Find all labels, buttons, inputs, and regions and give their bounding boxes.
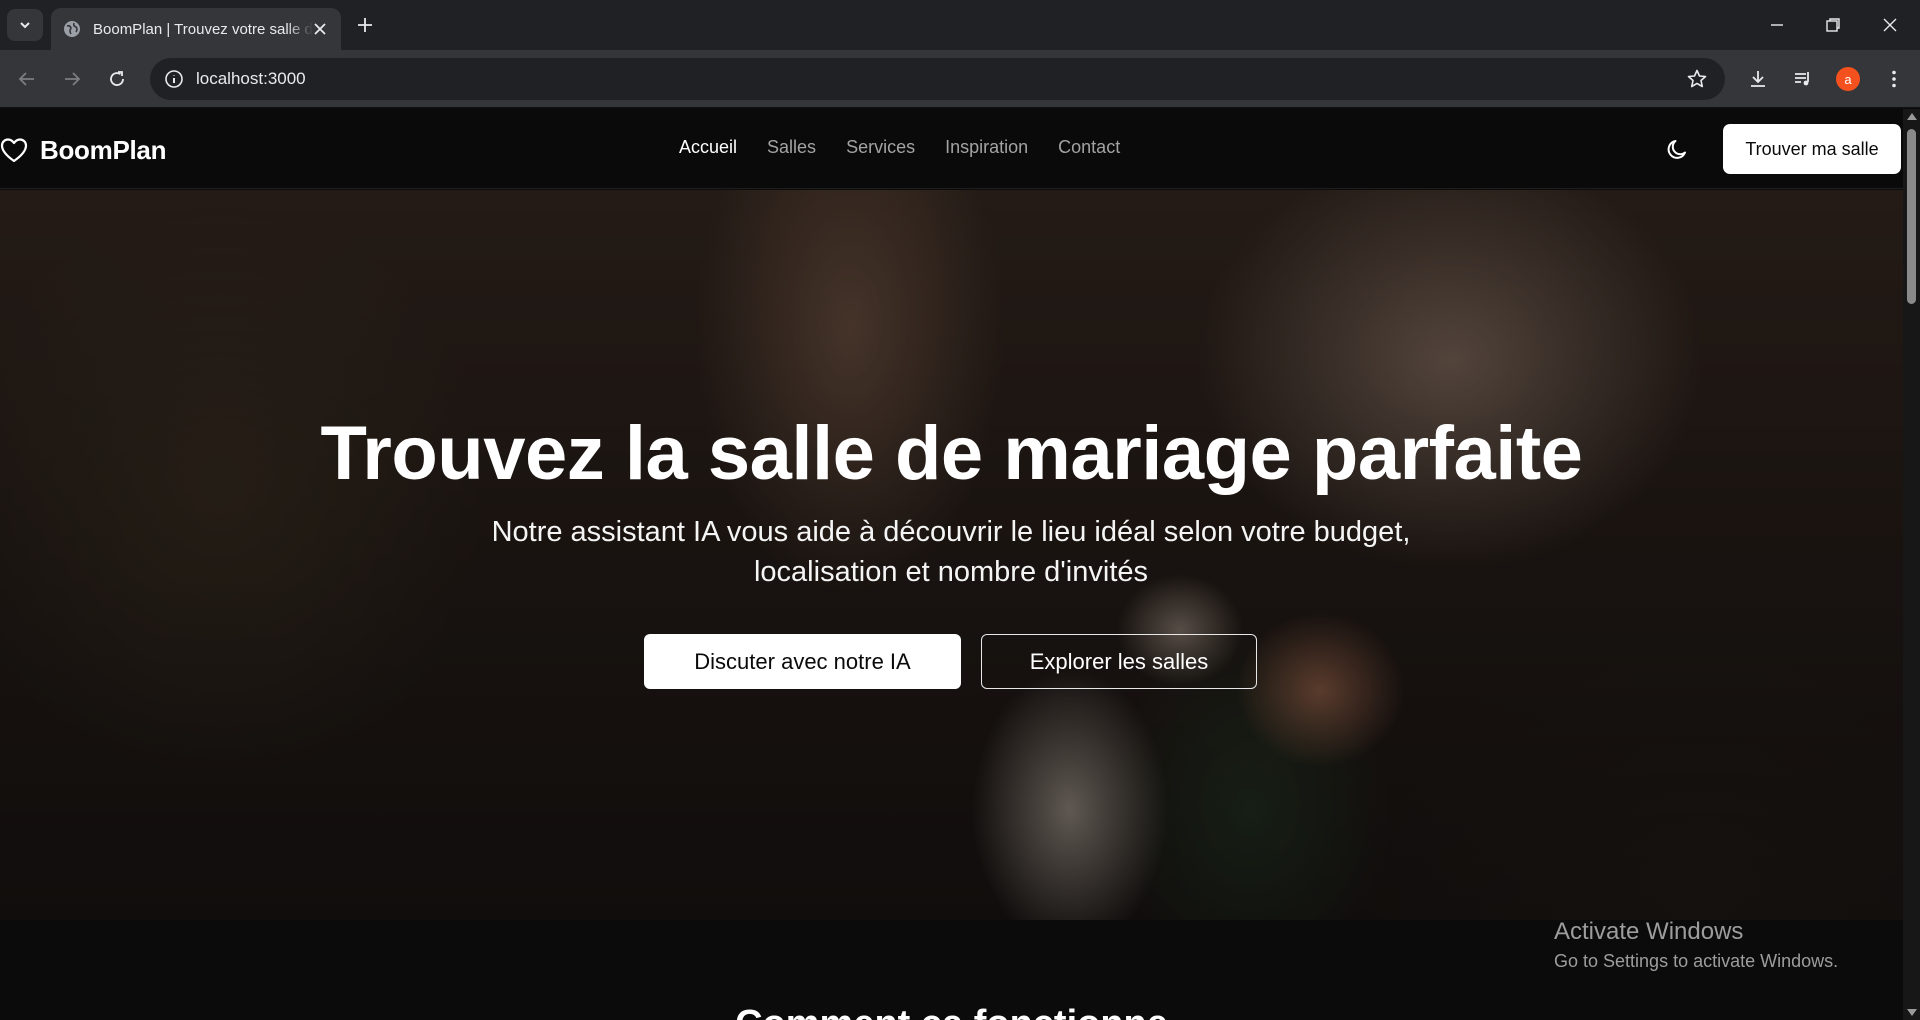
download-icon[interactable] — [1746, 67, 1770, 91]
scroll-down-arrow-icon[interactable] — [1907, 1009, 1917, 1016]
explore-venues-button[interactable]: Explorer les salles — [981, 634, 1257, 689]
browser-tab-active[interactable]: BoomPlan | Trouvez votre salle de mariag… — [51, 8, 341, 50]
url-text[interactable]: localhost:3000 — [196, 69, 306, 89]
scroll-up-arrow-icon[interactable] — [1907, 113, 1917, 120]
tab-search-button[interactable] — [7, 9, 43, 41]
info-icon[interactable] — [162, 67, 186, 91]
page-viewport: BoomPlan Accueil Salles Services Inspira… — [0, 109, 1920, 1020]
windows-activation-watermark: Activate Windows Go to Settings to activ… — [1554, 917, 1838, 975]
chat-with-ai-button[interactable]: Discuter avec notre IA — [644, 634, 961, 689]
site-navbar: BoomPlan Accueil Salles Services Inspira… — [0, 109, 1903, 189]
browser-tab-bar: BoomPlan | Trouvez votre salle de mariag… — [0, 0, 1920, 50]
nav-link-services[interactable]: Services — [846, 137, 915, 158]
watermark-subtitle: Go to Settings to activate Windows. — [1554, 951, 1839, 971]
brand-name: BoomPlan — [40, 135, 167, 165]
brand-logo[interactable]: BoomPlan — [0, 135, 166, 166]
plus-icon[interactable] — [354, 14, 376, 36]
close-icon[interactable] — [311, 20, 329, 38]
reload-icon[interactable] — [105, 67, 129, 91]
kebab-menu-icon[interactable] — [1882, 67, 1906, 91]
nav-link-inspiration[interactable]: Inspiration — [945, 137, 1028, 158]
forward-icon[interactable] — [60, 67, 84, 91]
hero-title: Trouvez la salle de mariage parfaite — [320, 411, 1583, 496]
hero-subtitle: Notre assistant IA vous aide à découvrir… — [491, 516, 1411, 588]
minimize-icon[interactable] — [1765, 13, 1789, 37]
how-it-works-title: Comment ça fonctionne — [0, 1003, 1903, 1020]
restore-icon[interactable] — [1821, 13, 1845, 37]
heart-icon — [0, 137, 28, 162]
back-icon[interactable] — [15, 67, 39, 91]
find-venue-button[interactable]: Trouver ma salle — [1723, 124, 1901, 174]
nav-link-accueil[interactable]: Accueil — [679, 137, 737, 158]
hero-content: Trouvez la salle de mariage parfaite Not… — [0, 190, 1903, 920]
chevron-down-icon — [20, 22, 30, 29]
tab-title: BoomPlan | Trouvez votre salle de mariag… — [93, 20, 313, 38]
scrollbar-thumb[interactable] — [1907, 129, 1916, 304]
address-bar[interactable]: localhost:3000 — [150, 58, 1725, 100]
star-icon[interactable] — [1685, 67, 1709, 91]
hero-section: Trouvez la salle de mariage parfaite Not… — [0, 190, 1903, 920]
browser-toolbar: localhost:3000 a — [0, 50, 1920, 108]
globe-icon — [64, 21, 80, 37]
primary-nav: Accueil Salles Services Inspiration Cont… — [679, 137, 1120, 158]
watermark-title: Activate Windows — [1554, 918, 1744, 945]
media-icon[interactable] — [1791, 67, 1815, 91]
profile-avatar[interactable]: a — [1836, 67, 1860, 91]
nav-link-salles[interactable]: Salles — [767, 137, 816, 158]
page-scrollbar[interactable] — [1903, 109, 1920, 1020]
close-window-icon[interactable] — [1878, 13, 1902, 37]
nav-link-contact[interactable]: Contact — [1058, 137, 1120, 158]
moon-icon[interactable] — [1665, 136, 1691, 162]
